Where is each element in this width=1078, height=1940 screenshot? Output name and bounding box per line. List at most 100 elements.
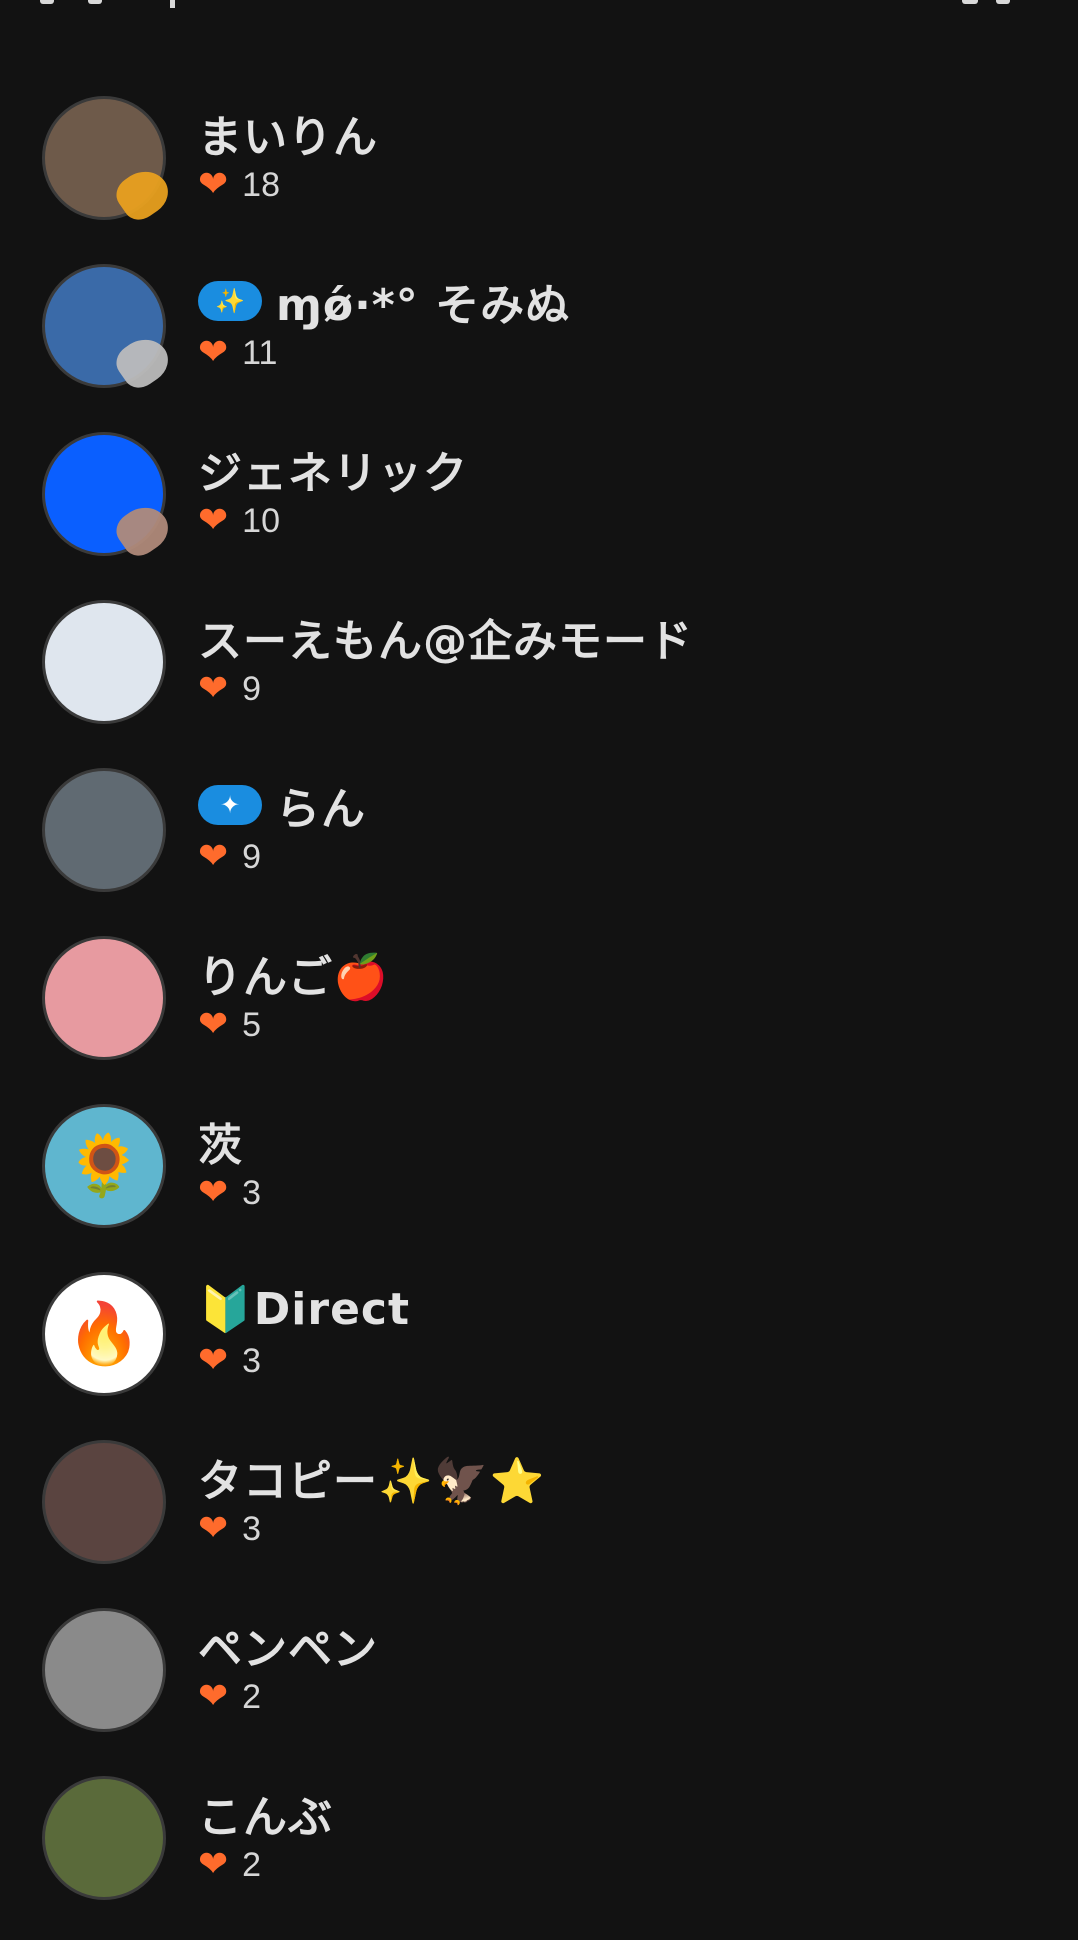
avatar[interactable]: 🔥 [42,1272,166,1396]
name-line: ✦ らん [198,776,1038,835]
avatar-image: 🌻 [66,1131,142,1201]
heart-icon: ❤ [198,1340,229,1381]
supporter-row[interactable]: スーえもん@企みモード ❤ 9 [0,596,1078,764]
count-line: ❤ 10 [198,498,1038,544]
name-line: りんご🍎 [198,944,1038,1003]
count-line: ❤ 18 [198,162,1038,208]
supporter-name: こんぶ [198,1792,333,1843]
count-line: ❤ 3 [198,1338,1038,1384]
supporter-info: ✨ ɱǿ·*° そみぬ ❤ 11 [198,272,1038,376]
avatar-image [45,603,163,721]
heart-count: 9 [242,837,262,876]
count-line: ❤ 9 [198,834,1038,880]
avatar[interactable] [42,1608,166,1732]
heart-count: 9 [242,669,262,708]
heart-count: 3 [242,1509,262,1548]
name-line: 🔰Direct [198,1280,1038,1338]
count-line: ❤ 2 [198,1842,1038,1888]
avatar-image [45,1443,163,1561]
name-line: ✨ ɱǿ·*° そみぬ [198,272,1038,331]
count-line: ❤ 2 [198,1674,1038,1720]
supporter-info: ✦ らん ❤ 9 [198,776,1038,880]
supporter-row[interactable]: 🌻 茨 ❤ 3 [0,1100,1078,1268]
supporter-row[interactable]: りんご🍎 ❤ 5 [0,932,1078,1100]
top-fragment [170,0,175,8]
count-line: ❤ 9 [198,666,1038,712]
name-line: こんぶ [198,1784,1038,1843]
count-line: ❤ 3 [198,1506,1038,1552]
heart-count: 3 [242,1173,262,1212]
name-line: ペンペン [198,1616,1038,1675]
supporter-info: まいりん ❤ 18 [198,104,1038,208]
heart-icon: ❤ [198,668,229,709]
supporter-info: スーえもん@企みモード ❤ 9 [198,608,1038,712]
supporter-row[interactable]: ペンペン ❤ 2 [0,1604,1078,1772]
supporter-row[interactable]: まいりん ❤ 18 [0,92,1078,260]
supporter-info: 茨 ❤ 3 [198,1112,1038,1216]
supporter-name: タコピー✨🦅⭐ [198,1456,546,1507]
avatar-image [45,939,163,1057]
heart-icon: ❤ [198,836,229,877]
heart-count: 2 [242,1845,262,1884]
supporter-list: まいりん ❤ 18 ✨ ɱǿ·*° そみぬ ❤ 11 ジェネリック ❤ 10 ス… [0,92,1078,1940]
supporter-row[interactable]: 🔥 🔰Direct ❤ 3 [0,1268,1078,1436]
top-fragment [962,0,978,4]
name-line: スーえもん@企みモード [198,608,1038,667]
heart-count: 2 [242,1677,262,1716]
heart-icon: ❤ [198,1508,229,1549]
avatar[interactable] [42,1440,166,1564]
heart-count: 18 [242,165,280,204]
supporter-info: 🔰Direct ❤ 3 [198,1280,1038,1384]
avatar-image [45,1779,163,1897]
supporter-row[interactable]: ✨ ɱǿ·*° そみぬ ❤ 11 [0,260,1078,428]
heart-icon: ❤ [198,1844,229,1885]
supporter-row[interactable]: こんぶ ❤ 2 [0,1772,1078,1940]
count-line: ❤ 5 [198,1002,1038,1048]
avatar[interactable] [42,600,166,724]
heart-icon: ❤ [198,332,229,373]
avatar[interactable] [42,936,166,1060]
avatar-image [45,1611,163,1729]
top-fragment [40,0,54,4]
supporter-row[interactable]: タコピー✨🦅⭐ ❤ 3 [0,1436,1078,1604]
sparkle-badge-icon: ✨ [198,281,262,321]
heart-count: 11 [242,333,278,372]
heart-count: 3 [242,1341,262,1380]
avatar-image [45,771,163,889]
heart-count: 5 [242,1005,262,1044]
heart-icon: ❤ [198,164,229,205]
heart-icon: ❤ [198,1676,229,1717]
count-line: ❤ 11 [198,330,1038,376]
top-strip [0,0,1078,14]
supporter-row[interactable]: ジェネリック ❤ 10 [0,428,1078,596]
supporter-row[interactable]: ✦ らん ❤ 9 [0,764,1078,932]
avatar[interactable] [42,768,166,892]
heart-icon: ❤ [198,500,229,541]
heart-count: 10 [242,501,280,540]
supporter-info: ジェネリック ❤ 10 [198,440,1038,544]
heart-icon: ❤ [198,1004,229,1045]
name-line: 茨 [198,1112,1038,1171]
supporter-name: 🔰Direct [198,1284,411,1335]
supporter-info: こんぶ ❤ 2 [198,1784,1038,1888]
supporter-name: りんご🍎 [198,952,389,1003]
supporter-info: りんご🍎 ❤ 5 [198,944,1038,1048]
top-fragment [88,0,102,4]
avatar[interactable]: 🌻 [42,1104,166,1228]
heart-icon: ❤ [198,1172,229,1213]
supporter-name: ジェネリック [198,448,468,499]
name-line: タコピー✨🦅⭐ [198,1448,1038,1507]
supporter-name: ɱǿ·*° そみぬ [276,280,571,331]
supporter-info: ペンペン ❤ 2 [198,1616,1038,1720]
count-line: ❤ 3 [198,1170,1038,1216]
avatar[interactable] [42,1776,166,1900]
name-line: まいりん [198,104,1038,163]
sparkle-badge-icon: ✦ [198,785,262,825]
supporter-name: らん [276,784,366,835]
top-fragment [996,0,1010,4]
supporter-info: タコピー✨🦅⭐ ❤ 3 [198,1448,1038,1552]
supporter-name: ペンペン [198,1624,378,1675]
name-line: ジェネリック [198,440,1038,499]
supporter-name: 茨 [198,1120,243,1171]
supporter-name: スーえもん@企みモード [198,616,693,667]
